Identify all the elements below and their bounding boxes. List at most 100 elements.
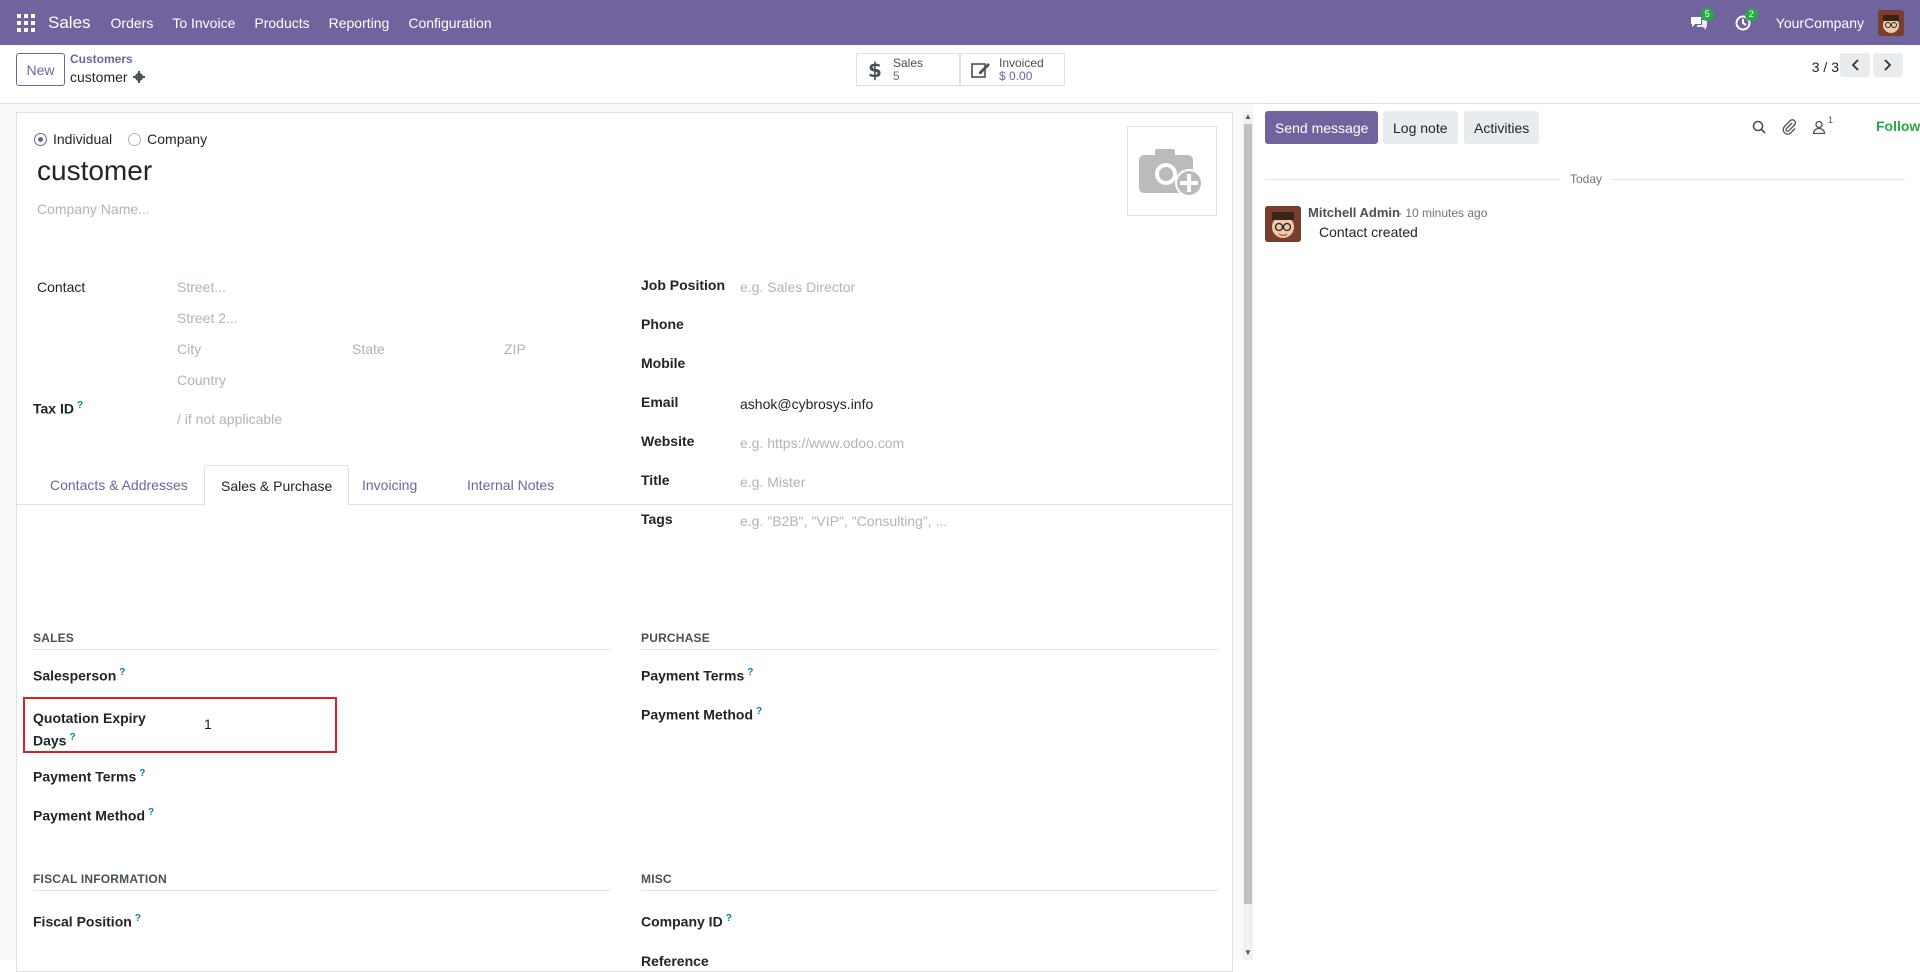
messages-badge: 5 xyxy=(1700,7,1714,21)
record-name: customer xyxy=(70,69,128,85)
invoiced-smart-button[interactable]: Invoiced $ 0.00 xyxy=(960,53,1065,86)
payment-method-help-icon[interactable]: ? xyxy=(148,807,154,818)
fiscal-section-title: FISCAL INFORMATION xyxy=(33,872,167,886)
purchase-payment-method-help-icon[interactable]: ? xyxy=(756,706,762,717)
tax-id-label: Tax ID? xyxy=(33,400,84,417)
fiscal-position-help-icon[interactable]: ? xyxy=(135,913,141,924)
activities-systray[interactable]: 2 xyxy=(1732,7,1758,34)
sales-smart-value: 5 xyxy=(893,68,900,83)
zip-input[interactable]: ZIP xyxy=(504,341,526,357)
company-switcher[interactable]: YourCompany xyxy=(1776,15,1864,31)
breadcrumb-current: customer xyxy=(70,69,145,85)
tab-invoicing[interactable]: Invoicing xyxy=(346,465,433,505)
company-name-input[interactable]: Company Name... xyxy=(37,201,150,217)
city-input[interactable]: City xyxy=(177,341,201,357)
invoiced-smart-value: $ 0.00 xyxy=(999,68,1033,83)
company-radio[interactable] xyxy=(128,132,142,146)
menu-to-invoice[interactable]: To Invoice xyxy=(172,15,235,31)
website-input[interactable]: e.g. https://www.odoo.com xyxy=(740,435,904,451)
activities-badge: 2 xyxy=(1744,7,1758,21)
sales-smart-button[interactable]: $ Sales 5 xyxy=(856,53,960,86)
purchase-payment-terms-help-icon[interactable]: ? xyxy=(747,667,753,678)
user-avatar[interactable] xyxy=(1878,9,1904,36)
pager-value[interactable]: 3 / 3 xyxy=(1812,59,1839,75)
email-input[interactable]: ashok@cybrosys.info xyxy=(740,396,873,412)
new-button[interactable]: New xyxy=(16,53,65,86)
svg-text:$: $ xyxy=(868,59,881,81)
purchase-payment-terms-label: Payment Terms? xyxy=(641,667,754,684)
company-radio-label[interactable]: Company xyxy=(147,131,207,147)
pager-next-button[interactable] xyxy=(1873,53,1903,77)
misc-section-title: MISC xyxy=(641,872,672,886)
log-note-button[interactable]: Log note xyxy=(1383,111,1458,144)
camera-add-icon xyxy=(1139,149,1203,197)
message-body: Contact created xyxy=(1319,224,1418,240)
menu-configuration[interactable]: Configuration xyxy=(408,15,491,31)
purchase-payment-method-label: Payment Method? xyxy=(641,706,763,723)
sales-smart-label: Sales xyxy=(893,55,924,70)
followers-count: 1 xyxy=(1828,115,1834,125)
image-upload[interactable] xyxy=(1127,126,1217,216)
form-sheet: Individual Company customer Company Name… xyxy=(16,112,1233,972)
following-toggle[interactable]: Following xyxy=(1876,118,1920,134)
salesperson-label: Salesperson? xyxy=(33,667,126,684)
partner-name-input[interactable]: customer xyxy=(37,155,152,187)
email-label: Email xyxy=(641,394,679,410)
street-input[interactable]: Street... xyxy=(177,279,226,295)
messages-systray[interactable]: 5 xyxy=(1688,7,1714,34)
payment-terms-help-icon[interactable]: ? xyxy=(139,768,145,779)
followers-icon[interactable] xyxy=(1812,120,1826,134)
tab-contacts-addresses[interactable]: Contacts & Addresses xyxy=(34,465,204,505)
top-navbar: Sales Orders To Invoice Products Reporti… xyxy=(0,0,1920,45)
gear-icon[interactable] xyxy=(132,71,145,83)
menu-orders[interactable]: Orders xyxy=(111,15,154,31)
sales-section-title: SALES xyxy=(33,631,75,645)
company-id-help-icon[interactable]: ? xyxy=(726,913,732,924)
chevron-left-icon xyxy=(1851,59,1859,71)
control-panel: New Customers customer $ Sales 5 Invoice… xyxy=(0,45,1920,104)
sales-section-divider xyxy=(33,649,610,650)
payment-terms-label: Payment Terms? xyxy=(33,768,146,785)
job-position-label: Job Position xyxy=(641,277,725,293)
purchase-section-title: PURCHASE xyxy=(641,631,710,645)
country-input[interactable]: Country xyxy=(177,372,226,388)
menu-reporting[interactable]: Reporting xyxy=(329,15,390,31)
tags-input[interactable]: e.g. "B2B", "VIP", "Consulting", ... xyxy=(740,513,947,529)
send-message-button[interactable]: Send message xyxy=(1265,111,1379,144)
message-author[interactable]: Mitchell Admin xyxy=(1308,205,1400,220)
tags-label: Tags xyxy=(641,511,673,527)
app-name[interactable]: Sales xyxy=(48,13,91,33)
paperclip-icon[interactable] xyxy=(1782,119,1796,135)
message-timestamp: - 10 minutes ago xyxy=(1398,206,1488,220)
state-input[interactable]: State xyxy=(352,341,385,357)
salesperson-help-icon[interactable]: ? xyxy=(119,667,125,678)
message-author-avatar[interactable] xyxy=(1265,206,1301,242)
scroll-down-arrow[interactable]: ▼ xyxy=(1244,948,1252,957)
phone-label: Phone xyxy=(641,316,684,332)
job-position-input[interactable]: e.g. Sales Director xyxy=(740,279,855,295)
scroll-thumb[interactable] xyxy=(1244,124,1252,904)
tax-id-help-icon[interactable]: ? xyxy=(77,400,83,411)
form-scrollbar[interactable]: ▲ ▼ xyxy=(1243,112,1253,960)
activities-button[interactable]: Activities xyxy=(1464,111,1540,144)
purchase-section-divider xyxy=(641,649,1218,650)
individual-radio-label[interactable]: Individual xyxy=(53,131,112,147)
scroll-up-arrow[interactable]: ▲ xyxy=(1244,112,1252,121)
search-icon[interactable] xyxy=(1752,120,1766,134)
form-view: Individual Company customer Company Name… xyxy=(0,104,1253,972)
street2-input[interactable]: Street 2... xyxy=(177,310,238,326)
breadcrumb-customers[interactable]: Customers xyxy=(70,52,133,66)
chevron-right-icon xyxy=(1884,59,1892,71)
tax-id-input[interactable]: / if not applicable xyxy=(177,411,282,427)
fiscal-section-divider xyxy=(33,890,610,891)
pager-previous-button[interactable] xyxy=(1840,53,1870,77)
misc-section-divider xyxy=(641,890,1218,891)
dollar-icon: $ xyxy=(868,59,881,81)
individual-radio[interactable] xyxy=(34,132,47,146)
tab-internal-notes[interactable]: Internal Notes xyxy=(451,465,570,505)
tab-sales-purchase[interactable]: Sales & Purchase xyxy=(204,465,350,506)
apps-menu-icon[interactable] xyxy=(17,13,35,32)
edit-icon xyxy=(971,62,990,78)
menu-products[interactable]: Products xyxy=(254,15,309,31)
company-type-selector: Individual Company xyxy=(34,131,207,147)
